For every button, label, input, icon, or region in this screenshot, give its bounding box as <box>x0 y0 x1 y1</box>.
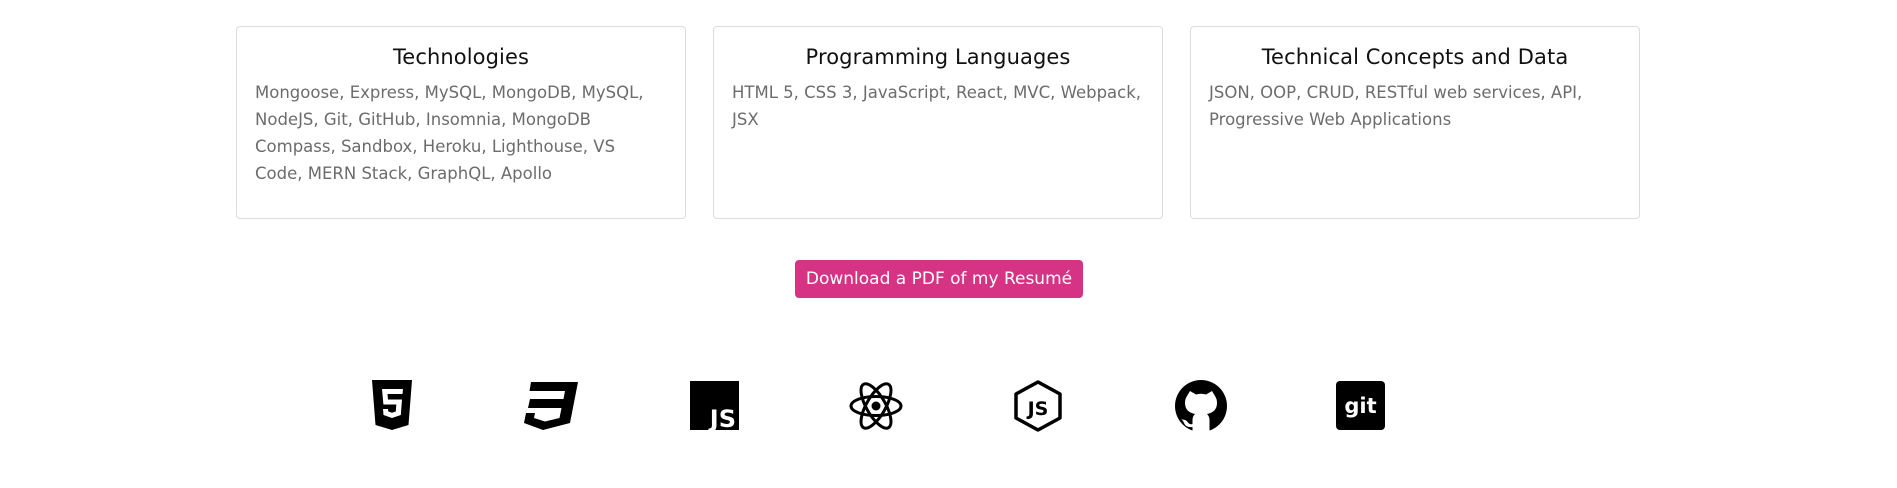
card-text: HTML 5, CSS 3, JavaScript, React, MVC, W… <box>732 83 1142 129</box>
nodejs-icon: JS <box>1014 380 1062 432</box>
css3-icon <box>524 382 578 430</box>
nodejs-icon-label: JS <box>1026 398 1049 420</box>
github-icon <box>1175 380 1227 432</box>
card-text: JSON, OOP, CRUD, RESTful web services, A… <box>1209 83 1583 129</box>
card-title: Technical Concepts and Data <box>1261 45 1569 69</box>
card-title: Programming Languages <box>805 45 1071 69</box>
download-resume-button[interactable]: Download a PDF of my Resumé <box>795 260 1083 298</box>
html5-icon <box>372 380 412 430</box>
card-text: Mongoose, Express, MySQL, MongoDB, MySQL… <box>255 83 644 183</box>
skills-cards: Technologies Mongoose, Express, MySQL, M… <box>236 26 1640 219</box>
technologies-card: Technologies Mongoose, Express, MySQL, M… <box>236 26 686 219</box>
javascript-icon-label: JS <box>708 405 736 432</box>
card-title: Technologies <box>392 45 530 69</box>
tech-icons-row: JS JS git <box>0 380 1897 436</box>
javascript-icon: JS <box>690 381 739 432</box>
git-icon-label: git <box>1344 394 1376 418</box>
programming-languages-card: Programming Languages HTML 5, CSS 3, Jav… <box>713 26 1163 219</box>
git-icon: git <box>1336 381 1385 430</box>
react-icon <box>849 382 903 430</box>
technical-concepts-card: Technical Concepts and Data JSON, OOP, C… <box>1190 26 1640 219</box>
